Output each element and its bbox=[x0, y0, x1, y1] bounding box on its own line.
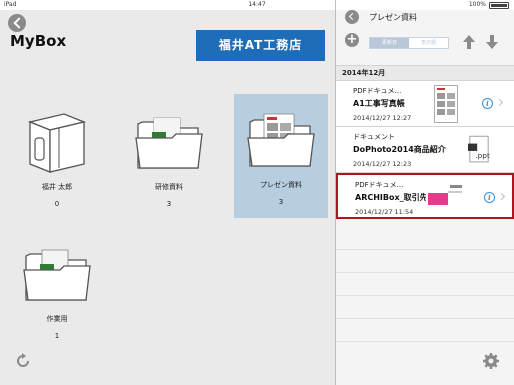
list-item-selected[interactable]: PDFドキュメ... ARCHIBox_取引先操作 2014/12/27 11:… bbox=[336, 173, 514, 219]
empty-list-area bbox=[336, 227, 514, 367]
add-button[interactable]: + bbox=[345, 33, 359, 47]
gear-icon[interactable] bbox=[482, 352, 500, 370]
list-item[interactable]: ドキュメント DoPhoto2014商品紹介 2014/12/27 12:23 … bbox=[336, 127, 514, 173]
item-title: DoPhoto2014商品紹介 bbox=[353, 145, 446, 154]
item-date: 2014/12/27 12:23 bbox=[353, 160, 412, 168]
refresh-icon[interactable] bbox=[14, 352, 32, 370]
folder-name: 研修資料 bbox=[155, 183, 183, 191]
tab-updated[interactable]: 更新日 bbox=[370, 38, 409, 48]
list-item[interactable]: PDFドキュメ... A1工事写真帳 2014/12/27 12:27 i bbox=[336, 81, 514, 127]
arrow-down-icon[interactable] bbox=[485, 34, 499, 50]
item-title: A1工事写真帳 bbox=[353, 99, 405, 108]
sort-segmented-control: 更新日 表示順 bbox=[369, 37, 449, 49]
folder-contents-pane: プレゼン資料 + 更新日 表示順 2014年12月 PDFドキュメ... A1工… bbox=[336, 10, 514, 385]
folder-title: プレゼン資料 bbox=[369, 13, 417, 22]
folder-count: 0 bbox=[54, 200, 60, 208]
back-button-small[interactable] bbox=[345, 10, 359, 24]
ppt-file-icon: .ppt bbox=[468, 135, 490, 163]
folder-name: 作業用 bbox=[46, 315, 68, 323]
item-type: ドキュメント bbox=[353, 133, 395, 141]
folder-count: 3 bbox=[166, 200, 172, 208]
clock: 14:47 bbox=[248, 1, 266, 8]
page-title: MyBox bbox=[10, 32, 67, 50]
folder-xls-icon: .xls bbox=[135, 117, 203, 169]
item-type: PDFドキュメ... bbox=[355, 181, 404, 189]
status-bar: iPad 14:47 100% bbox=[0, 0, 514, 10]
folder-tile-presentation[interactable]: プレゼン資料 3 bbox=[234, 94, 328, 218]
folder-count: 1 bbox=[54, 332, 60, 340]
item-date: 2014/12/27 11:54 bbox=[355, 208, 414, 216]
document-thumbnail bbox=[434, 85, 458, 123]
chevron-right-icon bbox=[497, 192, 506, 201]
folder-count: 3 bbox=[278, 198, 284, 206]
folder-name: プレゼン資料 bbox=[260, 181, 302, 189]
item-date: 2014/12/27 12:27 bbox=[353, 114, 412, 122]
info-icon[interactable]: i bbox=[482, 98, 493, 109]
item-type: PDFドキュメ... bbox=[353, 87, 402, 95]
arrow-up-icon[interactable] bbox=[462, 34, 476, 50]
folder-tile-fukui-taro[interactable]: 福井 太郎 0 bbox=[10, 96, 104, 220]
company-button[interactable]: 福井AT工務店 bbox=[196, 30, 325, 61]
tab-display-order[interactable]: 表示順 bbox=[409, 38, 448, 48]
battery-icon bbox=[489, 2, 509, 9]
battery-percent: 100% bbox=[468, 1, 486, 8]
box-folder-icon bbox=[27, 113, 87, 173]
section-header: 2014年12月 bbox=[336, 65, 514, 81]
info-icon[interactable]: i bbox=[484, 192, 495, 203]
folder-name: 福井 太郎 bbox=[41, 183, 73, 191]
folder-tile-training[interactable]: .xls 研修資料 3 bbox=[122, 96, 216, 220]
back-button[interactable] bbox=[8, 14, 26, 32]
document-thumbnail bbox=[426, 183, 466, 213]
mybox-pane: MyBox 福井AT工務店 福井 太郎 0 .xls 研修資料 3 bbox=[0, 10, 335, 385]
folder-tile-work[interactable]: .xls 作業用 1 bbox=[10, 228, 104, 352]
chevron-right-icon bbox=[495, 98, 504, 107]
folder-document-icon bbox=[247, 113, 315, 167]
svg-text:.ppt: .ppt bbox=[475, 151, 490, 160]
folder-xls-icon: .xls bbox=[23, 249, 91, 301]
